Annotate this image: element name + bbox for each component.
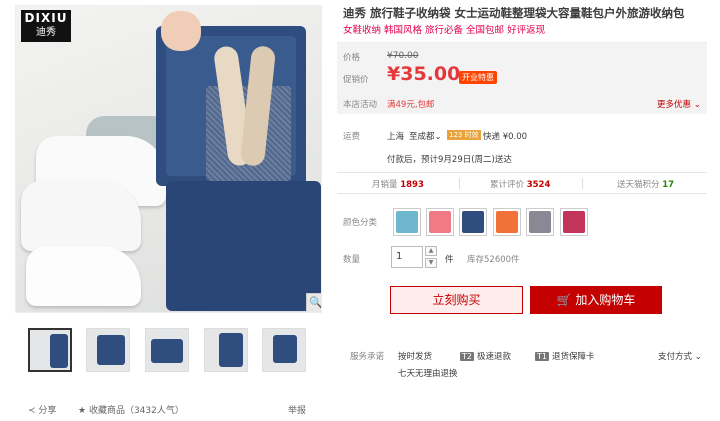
- promo-price: ¥35.00: [387, 63, 461, 85]
- express-fee: 快递 ¥0.00: [483, 132, 528, 142]
- thumbnail-5[interactable]: [262, 328, 306, 372]
- chevron-down-icon: ⌄: [692, 352, 702, 362]
- thumbnail-2[interactable]: [86, 328, 130, 372]
- quantity-label: 数量: [343, 255, 361, 265]
- delivery-badge: 123 时效: [447, 130, 481, 140]
- share-link[interactable]: ≺ 分享: [28, 403, 56, 416]
- promo-label: 促销价: [343, 75, 369, 85]
- ship-to-select[interactable]: 至成都⌄: [409, 130, 442, 142]
- original-price: ¥70.00: [387, 51, 419, 61]
- color-option[interactable]: [459, 208, 487, 236]
- thumbnail-4[interactable]: [204, 328, 248, 372]
- service-refund[interactable]: T2 极速退款: [460, 350, 511, 362]
- product-title: 迪秀 旅行鞋子收纳袋 女士运动鞋整理袋大容量鞋包户外旅游收纳包: [343, 6, 685, 20]
- cart-icon: 🛒: [556, 293, 576, 307]
- star-icon: ★: [78, 406, 89, 416]
- white-sneaker: [21, 181, 141, 251]
- price-box: 价格 ¥70.00 促销价 ¥35.00 开业特惠 本店活动 满49元,包邮 更…: [337, 42, 707, 114]
- ship-from: 上海: [387, 132, 405, 142]
- activity-text: 满49元,包邮: [387, 100, 435, 110]
- promo-tag: 开业特惠: [459, 71, 497, 84]
- quantity-unit: 件: [445, 255, 454, 265]
- buy-now-button[interactable]: 立刻购买: [390, 286, 523, 314]
- color-option[interactable]: [526, 208, 554, 236]
- white-sneaker: [26, 246, 141, 306]
- service-return-card[interactable]: T1 退货保障卡: [535, 350, 595, 362]
- price-label: 价格: [343, 53, 361, 63]
- favorite-link[interactable]: ★ 收藏商品（3432人气）: [78, 403, 184, 416]
- product-subtitle: 女鞋收纳 韩国风格 旅行必备 全国包邮 好评返现: [343, 25, 546, 36]
- shoe-bag-lower: [166, 181, 321, 311]
- service-label: 服务承诺: [350, 352, 385, 362]
- delivery-estimate: 付款后，预计9月29日(周二)送达: [387, 155, 512, 165]
- chevron-down-icon: ⌄: [434, 132, 442, 142]
- main-product-image[interactable]: DIXIU 迪秀 🔍: [15, 5, 322, 313]
- color-option[interactable]: [393, 208, 421, 236]
- points: 送天猫积分 17: [617, 180, 675, 190]
- thumbnail-3[interactable]: [145, 328, 189, 372]
- monthly-sales: 月销量 1893: [372, 180, 424, 190]
- stats-bar: 月销量 1893 累计评价 3524 送天猫积分 17: [337, 172, 707, 194]
- payment-methods[interactable]: 支付方式 ⌄: [658, 350, 702, 362]
- color-label: 颜色分类: [343, 218, 378, 228]
- shipping-label: 运费: [343, 132, 361, 142]
- activity-label: 本店活动: [343, 100, 378, 110]
- report-link[interactable]: 举报: [288, 403, 306, 416]
- decrease-icon[interactable]: ▼: [425, 258, 437, 268]
- service-seven-day[interactable]: 七天无理由退换: [398, 367, 458, 379]
- stock-count: 库存52600件: [467, 255, 520, 265]
- review-count[interactable]: 累计评价 3524: [490, 178, 550, 190]
- add-to-cart-button[interactable]: 🛒 加入购物车: [530, 286, 662, 314]
- more-offers-link[interactable]: 更多优惠 ⌄: [657, 98, 701, 110]
- zoom-icon[interactable]: 🔍: [306, 293, 321, 312]
- quantity-input[interactable]: 1: [391, 246, 423, 268]
- increase-icon[interactable]: ▲: [425, 246, 437, 256]
- hand: [161, 11, 201, 51]
- color-option[interactable]: [426, 208, 454, 236]
- thumbnail-1[interactable]: [28, 328, 72, 372]
- chevron-down-icon: ⌄: [691, 100, 701, 110]
- service-ontime[interactable]: 按时发货: [398, 350, 432, 362]
- brand-logo: DIXIU 迪秀: [21, 10, 71, 42]
- color-option[interactable]: [493, 208, 521, 236]
- share-icon: ≺: [28, 406, 39, 416]
- color-option[interactable]: [560, 208, 588, 236]
